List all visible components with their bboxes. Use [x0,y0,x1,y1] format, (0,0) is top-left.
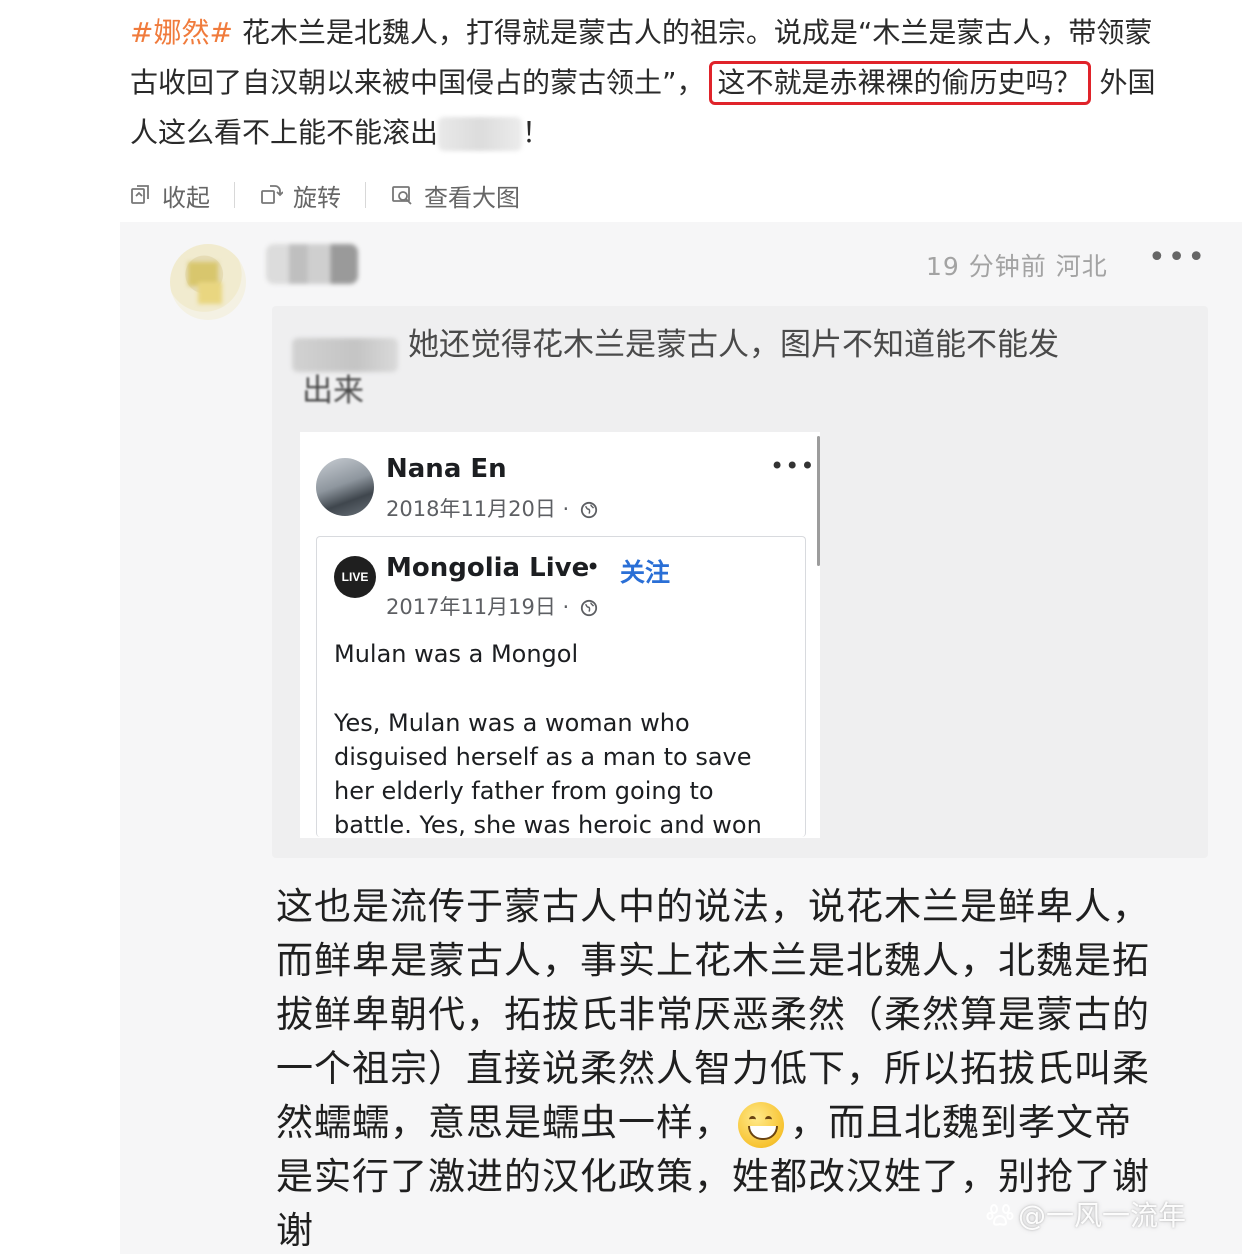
comment-location: 河北 [1055,252,1108,281]
collapse-button[interactable]: 收起 [128,178,234,213]
toolbar-divider [234,182,235,208]
comment-line: 拔鲜卑朝代，拓拔氏非常厌恶柔然（柔然算是蒙古的 [276,993,1150,1036]
post-line-3: 人这么看不上能不能滚出 ！ [130,108,1242,158]
post-line-2-text: 古收回了自汉朝以来被中国侵占的蒙古领土”， [130,66,705,99]
rotate-button[interactable]: 旋转 [259,178,365,213]
globe-icon [580,501,598,519]
more-icon[interactable]: ••• [1148,240,1207,275]
page-date: 2017年11月19日 · [386,591,598,621]
page-logo: LIVE [334,556,376,598]
hashtag-link[interactable]: #娜然# [130,16,233,49]
quoted-reply-text: 她还觉得花木兰是蒙古人，图片不知道能不能发 出来 [302,322,1162,414]
screenshot-scrollbar[interactable] [817,436,820,566]
page-date-text: 2017年11月19日 · [386,595,570,619]
collapse-label: 收起 [162,183,210,212]
comment-line: 这也是流传于蒙古人中的说法，说花木兰是鲜卑人， [276,885,1150,928]
post-line-1-text: 花木兰是北魏人，打得就是蒙古人的祖宗。说成是“木兰是蒙古人，带领蒙 [241,16,1153,49]
post-text: #娜然# 花木兰是北魏人，打得就是蒙古人的祖宗。说成是“木兰是蒙古人，带领蒙 古… [130,8,1242,158]
toolbar-divider [365,182,366,208]
comment-line-5-before: 然蠕蠕，意思是蠕虫一样， [276,1101,732,1144]
grin-emoji-icon [738,1101,784,1148]
author-date: 2018年11月20日 · [386,493,598,523]
post-line-2-after: 外国 [1099,66,1156,99]
comment-line: 而鲜卑是蒙古人，事实上花木兰是北魏人，北魏是拓 [276,939,1150,982]
highlighted-sentence: 这不就是赤裸裸的偷历史吗？ [708,61,1091,105]
name-separator: • [586,553,601,581]
shared-post-line: disguised herself as a man to save [334,743,752,771]
commenter-name-redacted[interactable] [266,244,358,284]
redacted-word [438,117,523,151]
globe-icon [580,599,598,617]
author-name: Nana En [386,454,507,484]
author-date-text: 2018年11月20日 · [386,497,570,521]
shared-post-title: Mulan was a Mongol [334,640,579,668]
rotate-icon [261,185,283,204]
page-name: Mongolia Live [386,553,590,583]
post-line-2: 古收回了自汉朝以来被中国侵占的蒙古领土”， 这不就是赤裸裸的偷历史吗？ 外国 [130,58,1242,108]
view-large-button[interactable]: 查看大图 [390,178,544,213]
shared-post-line: Yes, Mulan was a woman who [334,709,690,737]
comment-line: 然蠕蠕，意思是蠕虫一样， ，而且北魏到孝文帝 [276,1096,1216,1150]
commenter-avatar[interactable] [170,244,246,320]
comment-time: 19 分钟前 [926,252,1047,281]
rotate-label: 旋转 [293,183,341,212]
watermark: @一风一流年 [986,1194,1186,1234]
view-large-label: 查看大图 [424,183,520,212]
post-more-icon: ••• [770,452,816,480]
view-large-icon [392,186,412,205]
author-avatar [316,458,374,516]
post-line-1: #娜然# 花木兰是北魏人，打得就是蒙古人的祖宗。说成是“木兰是蒙古人，带领蒙 [130,8,1242,58]
paw-icon [986,1204,1014,1226]
image-toolbar: 收起 旋转 查看大图 [128,174,544,216]
follow-button: 关注 [620,558,671,587]
quoted-reply-line-1: 她还觉得花木兰是蒙古人，图片不知道能不能发 [408,327,1059,363]
shared-post-body: Yes, Mulan was a woman who disguised her… [334,706,794,842]
comment-line: 一个祖宗）直接说柔然人智力低下，所以拓拔氏叫柔 [276,1047,1150,1090]
comment-meta: 19 分钟前 河北 [926,247,1108,283]
quoted-reply-line-2: 出来 [302,373,364,409]
collapse-icon [131,185,149,204]
post-line-3-after: ！ [522,116,551,149]
comment-line-5-after: ，而且北魏到孝文帝 [790,1101,1132,1144]
watermark-text: @一风一流年 [1018,1199,1187,1232]
page: #娜然# 花木兰是北魏人，打得就是蒙古人的祖宗。说成是“木兰是蒙古人，带领蒙 古… [0,0,1242,1254]
shared-post-line: battle. Yes, she was heroic and won [334,811,762,839]
shared-post-line: her elderly father from going to [334,777,714,805]
post-line-3-text: 人这么看不上能不能滚出 [130,116,439,149]
